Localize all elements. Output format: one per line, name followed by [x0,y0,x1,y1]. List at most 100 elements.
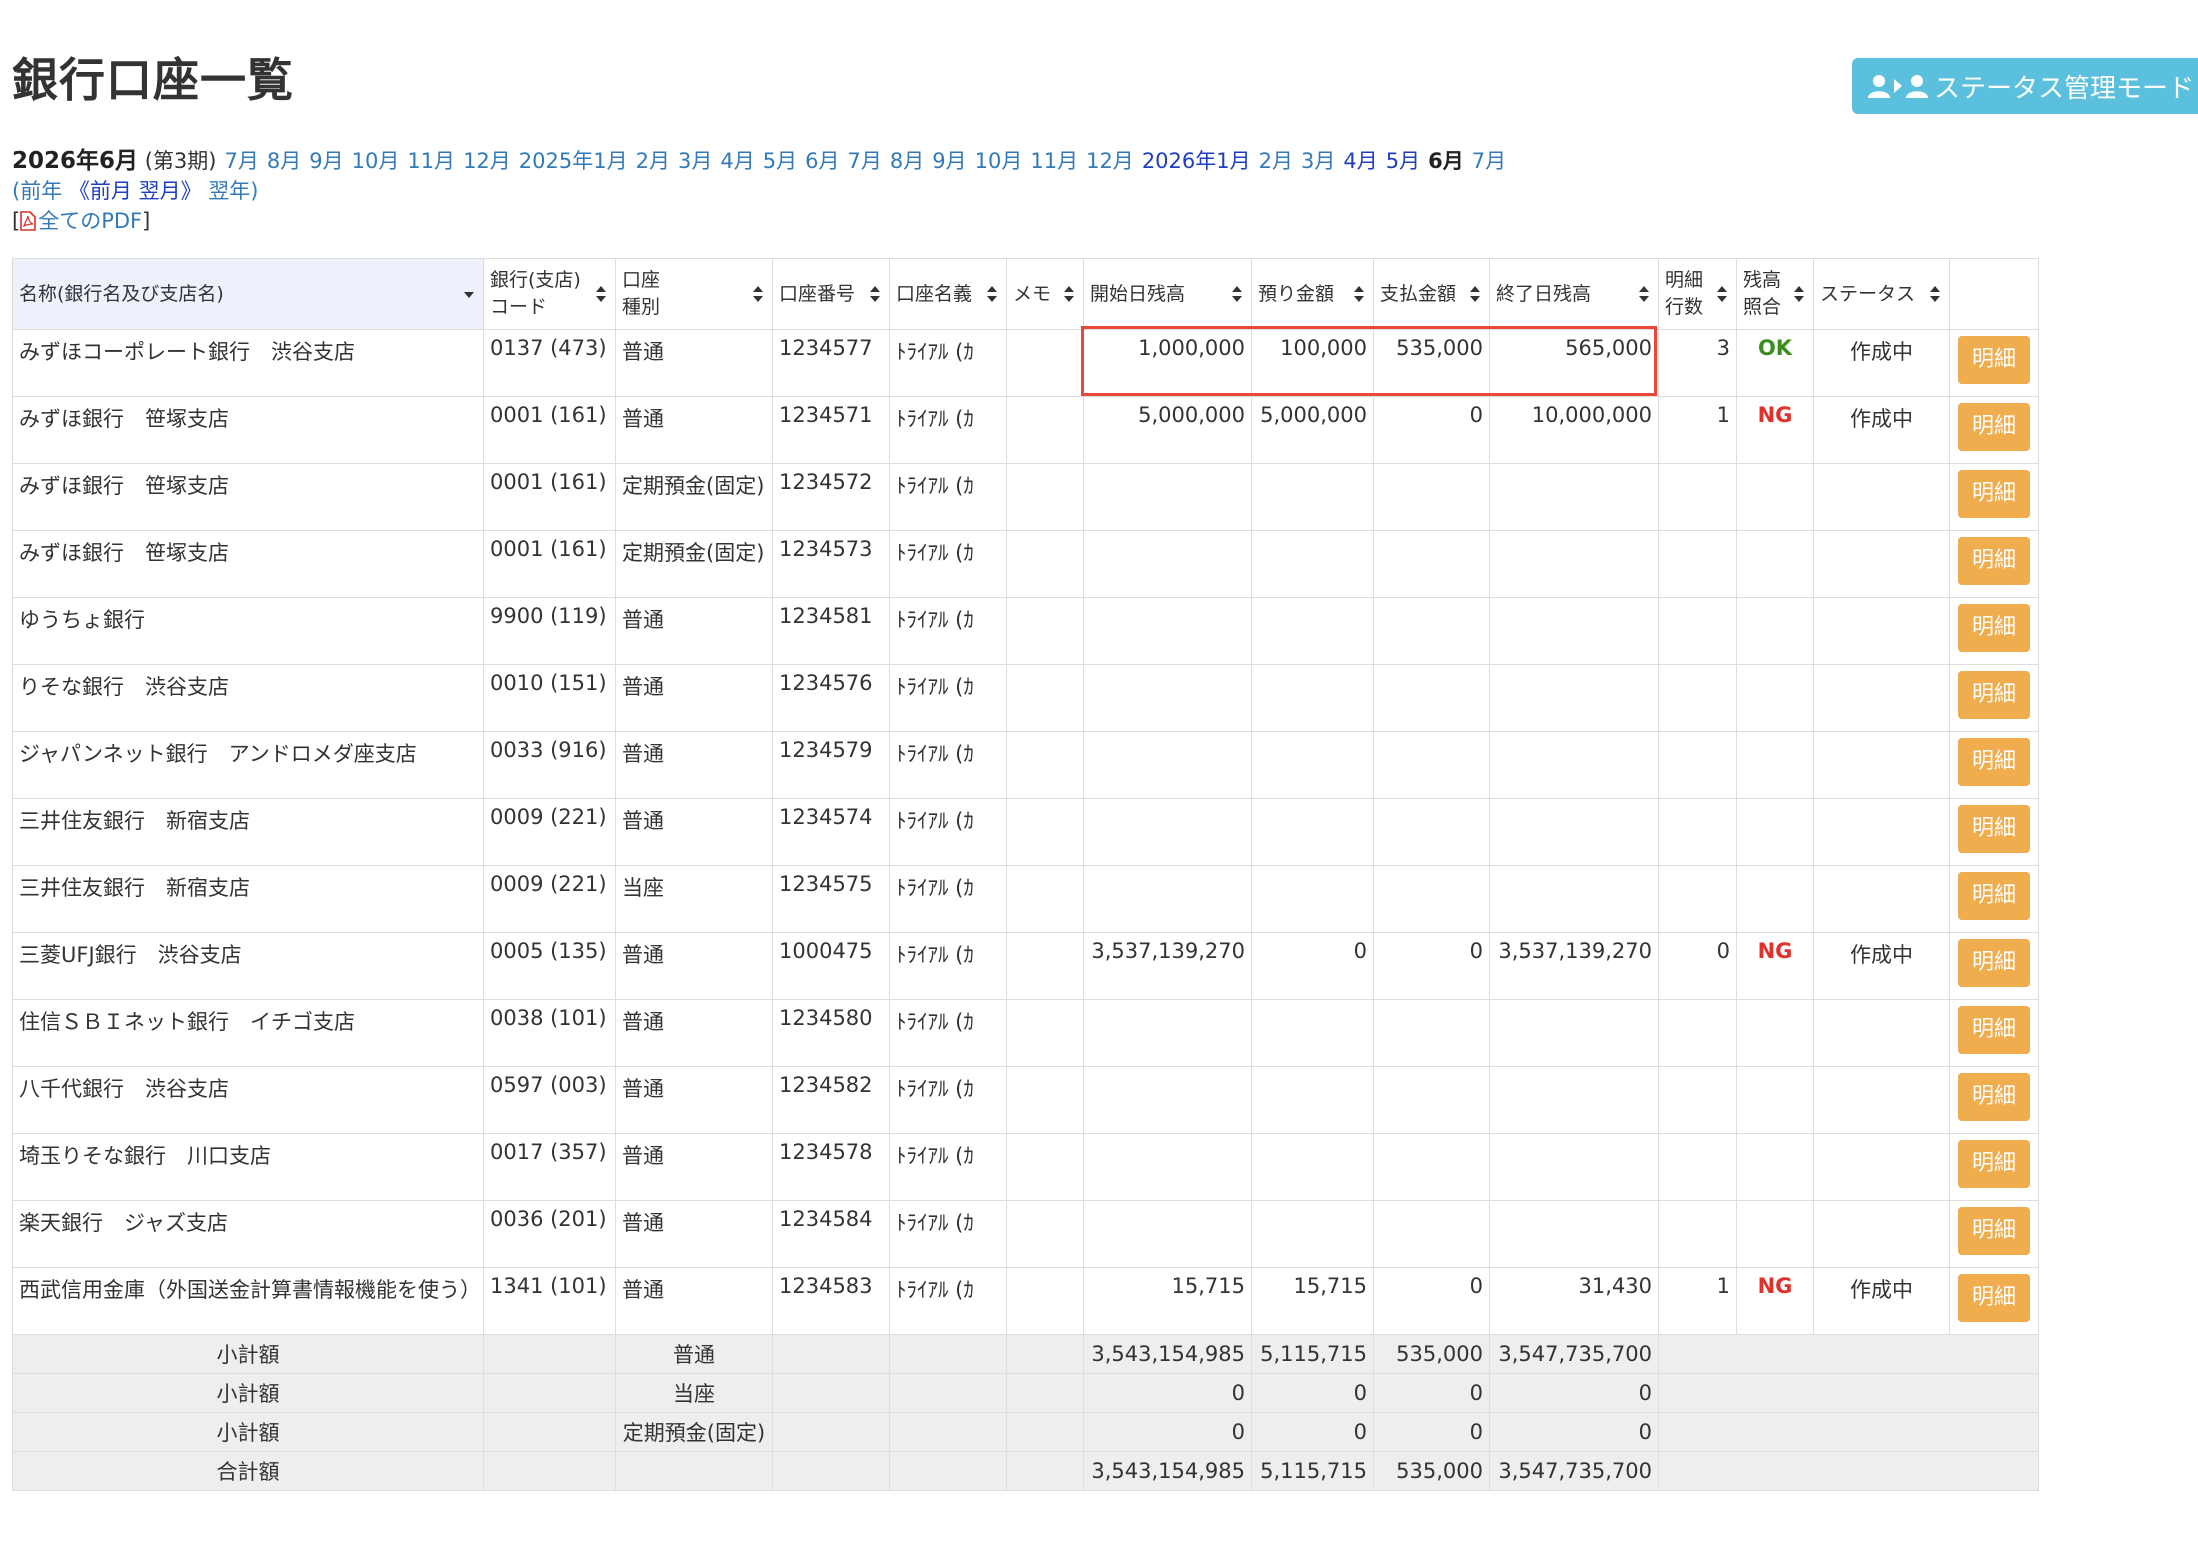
header-name[interactable]: 名称(銀行名及び支店名) [12,258,484,330]
month-link[interactable]: 7月 [847,149,881,173]
header-bank-code[interactable]: 銀行(支店) コード [483,258,616,330]
balance-check-cell [1736,530,1814,598]
bank-code-cell: 1341 (101) [483,1267,616,1335]
header-balance-check[interactable]: 残高 照合 [1736,258,1814,330]
detail-button[interactable]: 明細 [1958,1006,2030,1054]
header-account-number[interactable]: 口座番号 [772,258,890,330]
header-line-count[interactable]: 明細 行数 [1658,258,1737,330]
month-link[interactable]: 2025年1月 [519,149,628,173]
detail-button[interactable]: 明細 [1958,872,2030,920]
header-start-balance[interactable]: 開始日残高 [1083,258,1252,330]
bank-code-cell: 0017 (357) [483,1133,616,1201]
start-balance-cell [1083,1066,1252,1134]
header-account-holder[interactable]: 口座名義 [889,258,1007,330]
line-count-cell [1658,1200,1737,1268]
month-link[interactable]: 2月 [636,149,670,173]
detail-button[interactable]: 明細 [1958,738,2030,786]
deposit-amount-cell [1251,530,1374,598]
relative-navigation: (前年 《前月 翌月》 翌年) [12,179,259,203]
memo-cell [1006,463,1084,531]
detail-button[interactable]: 明細 [1958,604,2030,652]
empty-cell [1006,1334,1084,1374]
sort-icon [1930,286,1940,302]
account-holder-cell: ﾄﾗｲｱﾙ (ｶ [889,932,1007,1000]
detail-button[interactable]: 明細 [1958,1207,2030,1255]
empty-cell [483,1373,616,1413]
action-cell: 明細 [1949,396,2039,464]
line-count-cell [1658,597,1737,665]
month-link[interactable]: 2026年1月 [1142,149,1251,173]
end-balance-cell [1489,664,1659,732]
month-link[interactable]: 5月 [763,149,797,173]
month-link[interactable]: 12月 [1086,149,1134,173]
month-link[interactable]: 8月 [267,149,301,173]
prev-year-link[interactable]: 前年 [20,179,62,203]
next-month-link[interactable]: 翌月》 [139,179,202,203]
detail-button[interactable]: 明細 [1958,403,2030,451]
prev-month-link[interactable]: 《前月 [69,179,132,203]
month-link[interactable]: 10月 [975,149,1023,173]
month-link[interactable]: 8月 [890,149,924,173]
all-pdf-link[interactable]: 全てのPDF [20,209,142,233]
account-number-cell: 1234573 [772,530,890,598]
payment-amount-cell: 0 [1373,396,1490,464]
month-link[interactable]: 12月 [463,149,511,173]
memo-cell [1006,1200,1084,1268]
detail-button[interactable]: 明細 [1958,805,2030,853]
detail-button[interactable]: 明細 [1958,336,2030,384]
header-memo[interactable]: メモ [1006,258,1084,330]
end-balance-cell [1489,1066,1659,1134]
month-link[interactable]: 7月 [224,149,258,173]
month-link[interactable]: 4月 [720,149,754,173]
detail-button[interactable]: 明細 [1958,671,2030,719]
month-link[interactable]: 4月 [1343,149,1377,173]
header-end-balance[interactable]: 終了日残高 [1489,258,1659,330]
account-name-cell: 楽天銀行 ジャズ支店 [12,1200,484,1268]
action-cell: 明細 [1949,329,2039,397]
month-link[interactable]: 7月 [1472,149,1506,173]
month-link[interactable]: 9月 [932,149,966,173]
detail-button[interactable]: 明細 [1958,537,2030,585]
empty-cell [889,1451,1007,1491]
status-cell: 作成中 [1813,396,1950,464]
next-year-link[interactable]: 翌年 [208,179,250,203]
header-account-type[interactable]: 口座 種別 [615,258,773,330]
month-link[interactable]: 6月 [1428,149,1464,173]
header-deposit[interactable]: 預り金額 [1251,258,1374,330]
table-row: みずほコーポレート銀行 渋谷支店 0137 (473) 普通 1234577 ﾄﾗｲｱﾙ… [12,329,2039,397]
month-link[interactable]: 11月 [407,149,455,173]
bank-code-cell: 0033 (916) [483,731,616,799]
account-number-cell: 1234578 [772,1133,890,1201]
month-link[interactable]: 5月 [1386,149,1420,173]
sort-icon [870,286,880,302]
month-link[interactable]: 9月 [309,149,343,173]
detail-button[interactable]: 明細 [1958,1073,2030,1121]
balance-check-cell [1736,664,1814,732]
account-holder-cell: ﾄﾗｲｱﾙ (ｶ [889,865,1007,933]
account-holder-cell: ﾄﾗｲｱﾙ (ｶ [889,463,1007,531]
month-link[interactable]: 6月 [805,149,839,173]
action-cell: 明細 [1949,1066,2039,1134]
month-link[interactable]: 3月 [678,149,712,173]
month-link[interactable]: 11月 [1030,149,1078,173]
sort-icon [753,286,763,302]
status-mode-button[interactable]: ステータス管理モード [1852,58,2198,114]
month-link[interactable]: 3月 [1301,149,1335,173]
account-holder-cell: ﾄﾗｲｱﾙ (ｶ [889,396,1007,464]
action-cell: 明細 [1949,463,2039,531]
detail-button[interactable]: 明細 [1958,1274,2030,1322]
detail-button[interactable]: 明細 [1958,470,2030,518]
start-balance-cell: 15,715 [1083,1267,1252,1335]
detail-button[interactable]: 明細 [1958,939,2030,987]
deposit-amount-cell [1251,798,1374,866]
header-payment[interactable]: 支払金額 [1373,258,1490,330]
line-count-cell [1658,1133,1737,1201]
end-balance-cell [1489,865,1659,933]
user-switch-icon [1868,74,1928,98]
detail-button[interactable]: 明細 [1958,1140,2030,1188]
month-link[interactable]: 10月 [352,149,400,173]
header-status[interactable]: ステータス [1813,258,1950,330]
month-link[interactable]: 2月 [1259,149,1293,173]
payment-amount-cell [1373,798,1490,866]
account-holder-cell: ﾄﾗｲｱﾙ (ｶ [889,530,1007,598]
